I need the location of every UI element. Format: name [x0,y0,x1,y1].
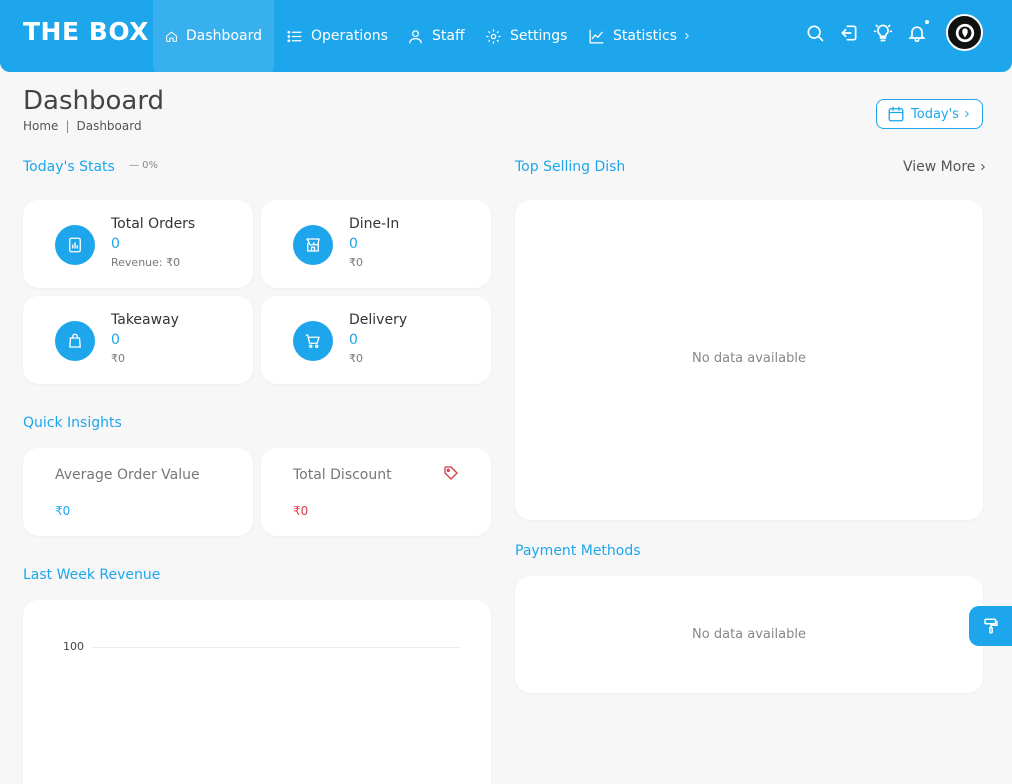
top-selling-card: No data available [515,200,983,520]
last-week-revenue-title: Last Week Revenue [23,567,161,583]
stat-subtext: Revenue: ₹0 [111,256,181,269]
date-filter-label: Today's [911,106,959,122]
chevron-right-icon [965,111,969,117]
chevron-right-icon [685,33,689,39]
stat-label: Dine-In [349,216,400,232]
stat-label: Total Orders [111,216,196,232]
search-button[interactable] [805,23,825,43]
stat-card-total-orders[interactable]: Total Orders 0 Revenue: ₹0 [23,200,253,288]
nav-settings-label: Settings [510,28,568,44]
notifications-button[interactable] [907,20,929,43]
insight-card-total-discount: Total Discount ₹0 [261,448,491,536]
user-avatar[interactable] [946,14,983,51]
payment-methods-title: Payment Methods [515,543,641,559]
stat-subtext: ₹0 [349,256,363,269]
brand-logo[interactable]: THE BOX [23,17,149,46]
nav-statistics[interactable]: Statistics [588,0,700,72]
stat-subtext: ₹0 [111,352,125,365]
breadcrumb-separator: | [65,119,70,133]
empty-state-text: No data available [692,351,806,366]
cart-icon [293,321,333,361]
lightbulb-icon [873,24,893,42]
stat-value: 0 [111,236,120,252]
stat-card-dine-in[interactable]: Dine-In 0 ₹0 [261,200,491,288]
chart-grid-line [92,647,460,648]
notification-dot [925,20,929,24]
stat-value: 0 [111,332,120,348]
stat-card-takeaway[interactable]: Takeaway 0 ₹0 [23,296,253,384]
bell-icon [908,26,926,43]
page-title: Dashboard [23,86,165,116]
chevron-right-icon [981,164,986,170]
stat-label: Delivery [349,312,408,328]
avatar-logo-icon [955,23,974,42]
quick-insights-title: Quick Insights [23,415,122,431]
nav-operations[interactable]: Operations [286,0,388,72]
stat-subtext: ₹0 [349,352,363,365]
insight-card-average-order: Average Order Value ₹0 [23,448,253,536]
nav-staff[interactable]: Staff [407,0,465,72]
insight-label: Total Discount [293,467,392,483]
paint-roller-icon [983,618,998,634]
breadcrumb: Home | Dashboard [23,119,142,133]
insight-value: ₹0 [293,504,309,518]
logout-button[interactable] [839,23,859,43]
user-icon [409,29,422,44]
nav-dashboard-label: Dashboard [186,28,262,44]
logout-icon [841,25,857,41]
stats-change-indicator: — 0% [129,160,159,171]
view-more-link[interactable]: View More [903,159,988,175]
report-icon [55,225,95,265]
breadcrumb-home[interactable]: Home [23,119,58,133]
stat-value: 0 [349,332,358,348]
stat-card-delivery[interactable]: Delivery 0 ₹0 [261,296,491,384]
top-navbar: THE BOX Dashboard Operations Staff Setti… [0,0,1012,72]
tips-button[interactable] [873,23,893,43]
search-icon [807,25,824,42]
empty-state-text: No data available [692,627,806,642]
nav-settings[interactable]: Settings [485,0,567,72]
breadcrumb-current: Dashboard [76,119,142,133]
gear-icon [486,28,501,44]
view-more-label: View More [903,159,976,175]
nav-statistics-label: Statistics [613,28,677,44]
home-icon [166,31,177,42]
calendar-icon [888,106,904,122]
nav-operations-label: Operations [311,28,388,44]
stat-value: 0 [349,236,358,252]
stat-label: Takeaway [111,312,179,328]
insight-value: ₹0 [55,504,71,518]
nav-dashboard[interactable]: Dashboard [153,0,274,72]
list-icon [287,30,302,42]
store-icon [293,225,333,265]
revenue-chart-card: 100 [23,600,491,784]
nav-staff-label: Staff [432,28,465,44]
bag-icon [55,321,95,361]
todays-stats-title: Today's Stats [23,159,115,175]
tag-icon [444,466,458,480]
theme-customizer-button[interactable] [969,606,1012,646]
chart-line-icon [589,28,604,44]
insight-label: Average Order Value [55,467,200,483]
payment-methods-card: No data available [515,576,983,693]
top-selling-title: Top Selling Dish [515,159,626,175]
y-axis-tick-label: 100 [63,640,84,653]
date-filter-button[interactable]: Today's [876,99,983,129]
